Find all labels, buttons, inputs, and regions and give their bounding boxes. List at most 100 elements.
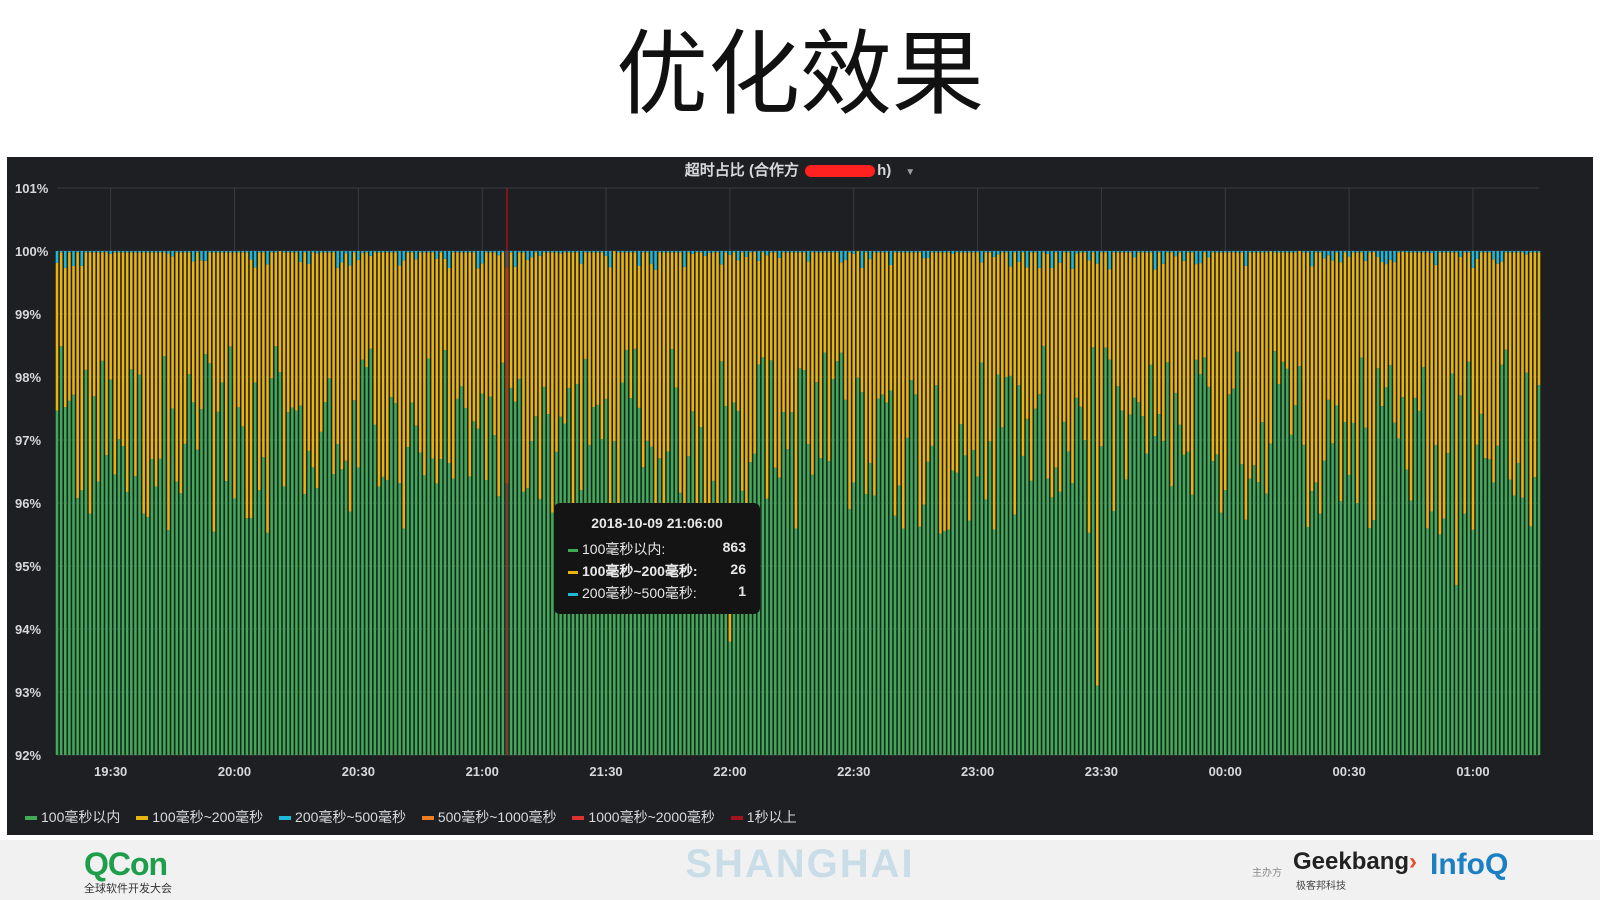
bar-segment — [299, 405, 302, 755]
bar-segment — [893, 252, 897, 516]
x-tick-label: 19:30 — [94, 764, 127, 779]
bar-segment — [134, 252, 137, 477]
bar-segment — [311, 467, 315, 755]
bar-segment — [163, 252, 166, 357]
bar-segment — [1067, 252, 1070, 452]
bar-segment — [881, 394, 884, 755]
bar-segment — [1496, 445, 1499, 755]
bar-segment — [790, 412, 794, 755]
bar-segment — [55, 262, 59, 411]
bar-segment — [641, 251, 645, 253]
bar-segment — [1339, 262, 1343, 502]
legend-item[interactable]: 100毫秒以内 — [25, 807, 120, 827]
bar-segment — [1434, 264, 1438, 446]
bar-segment — [212, 251, 216, 253]
geekbang-subtitle: 极客邦科技 — [1296, 881, 1346, 892]
bar-segment — [1157, 251, 1161, 253]
bar-segment — [456, 251, 459, 253]
legend-item[interactable]: 1000毫秒~2000毫秒 — [572, 807, 715, 827]
bar-segment — [1467, 361, 1471, 755]
bar-segment — [571, 251, 575, 253]
bar-segment — [1038, 251, 1041, 268]
bar-segment — [196, 251, 199, 253]
bar-segment — [1389, 251, 1392, 260]
bar-segment — [1252, 464, 1256, 755]
bar-segment — [200, 260, 203, 410]
bar-segment — [831, 252, 835, 380]
bar-segment — [538, 251, 542, 256]
bar-segment — [1525, 372, 1528, 755]
bar-segment — [1521, 251, 1524, 253]
bar-segment — [728, 641, 732, 755]
bar-segment — [976, 251, 979, 253]
bar-segment — [749, 251, 752, 253]
legend-item[interactable]: 100毫秒~200毫秒 — [136, 807, 263, 827]
bar-segment — [427, 358, 430, 755]
bar-segment — [1537, 252, 1541, 386]
bar-segment — [1190, 494, 1194, 755]
bar-segment — [996, 251, 1000, 255]
bar-segment — [307, 450, 311, 755]
bar-segment — [480, 263, 484, 394]
bar-segment — [229, 251, 232, 253]
bar-segment — [212, 531, 216, 755]
bar-segment — [613, 251, 616, 442]
bar-segment — [538, 255, 542, 500]
bar-segment — [1244, 265, 1248, 520]
legend-item[interactable]: 500毫秒~1000毫秒 — [421, 807, 557, 827]
bar-segment — [373, 424, 377, 755]
bar-segment — [1079, 252, 1083, 407]
bar-segment — [1430, 511, 1433, 755]
bar-segment — [208, 363, 212, 755]
bar-segment — [485, 252, 488, 481]
bar-segment — [427, 252, 430, 359]
bar-segment — [650, 251, 653, 264]
bar-segment — [1463, 252, 1466, 514]
bar-segment — [951, 251, 955, 254]
stacked-bar-chart[interactable]: 92% 93% 94% 95% 96% 97% 98% 99% 100% 101% 19:30 20:… — [7, 157, 1593, 807]
bar-segment — [1446, 453, 1450, 755]
bar-segment — [1054, 467, 1058, 755]
bar-segment — [1133, 397, 1136, 755]
bar-segment — [877, 252, 880, 399]
bar-segment — [1277, 251, 1281, 253]
bar-segment — [303, 252, 306, 495]
bar-segment — [80, 265, 84, 491]
bar-segment — [286, 251, 290, 253]
bar-segment — [906, 251, 909, 253]
bar-segment — [1174, 392, 1178, 755]
bar-segment — [352, 251, 356, 253]
legend-label: 1000毫秒~2000毫秒 — [588, 809, 715, 825]
bar-segment — [1442, 518, 1446, 755]
bar-segment — [509, 387, 513, 755]
legend-item[interactable]: 1秒以上 — [730, 807, 797, 827]
bar-segment — [901, 528, 905, 755]
tooltip-row: 100毫秒以内: 863 — [568, 539, 746, 557]
bar-segment — [212, 252, 216, 532]
bar-segment — [526, 251, 529, 261]
bar-segment — [435, 251, 439, 259]
bar-segment — [1285, 252, 1289, 369]
bar-segment — [485, 251, 488, 253]
bar-segment — [381, 252, 385, 477]
bar-segment — [584, 252, 587, 359]
bar-segment — [848, 509, 851, 755]
y-tick-label: 94% — [15, 622, 41, 637]
bar-segment — [249, 259, 253, 518]
bar-segment — [1318, 251, 1322, 253]
bar-segment — [943, 531, 946, 755]
bar-segment — [1005, 376, 1008, 755]
bar-segment — [774, 467, 777, 755]
bar-segment — [811, 474, 814, 755]
bar-segment — [604, 251, 608, 256]
tooltip-row-value: 26 — [730, 561, 746, 577]
bar-segment — [418, 452, 422, 755]
legend-item[interactable]: 200毫秒~500毫秒 — [279, 807, 406, 827]
bar-segment — [1269, 251, 1272, 444]
bar-segment — [97, 481, 100, 755]
bar-segment — [968, 520, 971, 755]
bar-segment — [1149, 364, 1153, 755]
bar-segment — [984, 251, 988, 253]
bar-segment — [637, 266, 641, 408]
bar-segment — [1178, 252, 1182, 425]
